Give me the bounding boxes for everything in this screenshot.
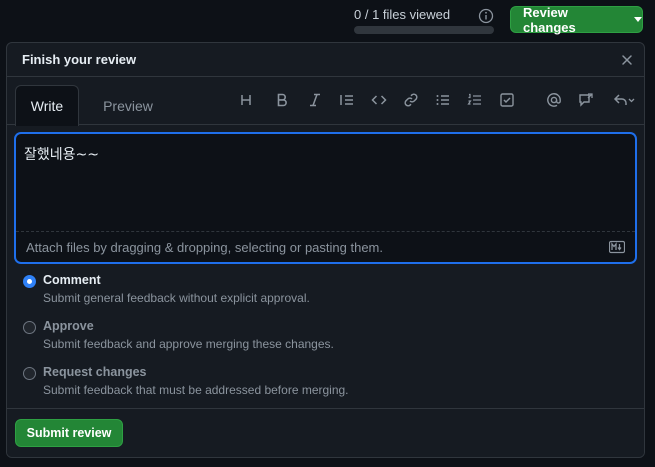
option-approve[interactable]: Approve Submit feedback and approve merg… <box>21 319 621 365</box>
reply-icon[interactable] <box>607 89 641 111</box>
files-viewed-label: 0 / 1 files viewed <box>354 7 451 22</box>
comment-textarea[interactable] <box>16 134 635 231</box>
chevron-down-icon <box>634 17 642 22</box>
cross-reference-icon[interactable] <box>575 89 597 111</box>
attach-files-area[interactable]: Attach files by dragging & dropping, sel… <box>16 231 635 262</box>
bold-icon[interactable] <box>271 89 293 111</box>
review-panel: Finish your review Write Preview 잘했네용~~ … <box>6 42 645 458</box>
tab-preview[interactable]: Preview <box>91 85 165 126</box>
review-panel-header: Finish your review <box>7 43 644 77</box>
comment-radio[interactable] <box>23 275 36 288</box>
review-type-options: Comment Submit general feedback without … <box>21 273 621 411</box>
heading-icon[interactable] <box>235 89 257 111</box>
info-icon[interactable] <box>478 8 494 24</box>
option-title: Request changes <box>43 365 147 379</box>
comment-editor: Attach files by dragging & dropping, sel… <box>15 133 636 263</box>
code-icon[interactable] <box>368 89 390 111</box>
option-description: Submit feedback that must be addressed b… <box>43 383 349 397</box>
quote-icon[interactable] <box>336 89 358 111</box>
option-description: Submit general feedback without explicit… <box>43 291 310 305</box>
editor-tabs: Write Preview <box>7 77 644 126</box>
review-changes-button[interactable]: Review changes <box>510 4 643 35</box>
approve-radio[interactable] <box>23 321 36 334</box>
option-request-changes[interactable]: Request changes Submit feedback that mus… <box>21 365 621 411</box>
submit-review-button[interactable]: Submit review <box>15 419 123 447</box>
option-title: Comment <box>43 273 101 287</box>
attach-files-label: Attach files by dragging & dropping, sel… <box>26 239 383 255</box>
bulleted-list-icon[interactable] <box>432 89 454 111</box>
task-list-icon[interactable] <box>496 89 518 111</box>
markdown-icon[interactable] <box>609 240 625 254</box>
files-viewed-progress: 0 / 1 files viewed <box>354 7 494 34</box>
italic-icon[interactable] <box>304 89 326 111</box>
mention-icon[interactable] <box>543 89 565 111</box>
files-viewed-bar <box>354 26 494 34</box>
option-description: Submit feedback and approve merging thes… <box>43 337 334 351</box>
review-changes-label: Review changes <box>523 4 576 35</box>
option-comment[interactable]: Comment Submit general feedback without … <box>21 273 621 319</box>
option-title: Approve <box>43 319 94 333</box>
close-icon[interactable] <box>620 53 634 67</box>
request-changes-radio[interactable] <box>23 367 36 380</box>
panel-title: Finish your review <box>22 52 137 67</box>
review-panel-footer: Submit review <box>7 408 644 457</box>
top-bar: 0 / 1 files viewed Review changes <box>0 0 655 42</box>
tab-write[interactable]: Write <box>15 85 79 126</box>
link-icon[interactable] <box>400 89 422 111</box>
numbered-list-icon[interactable] <box>464 89 486 111</box>
